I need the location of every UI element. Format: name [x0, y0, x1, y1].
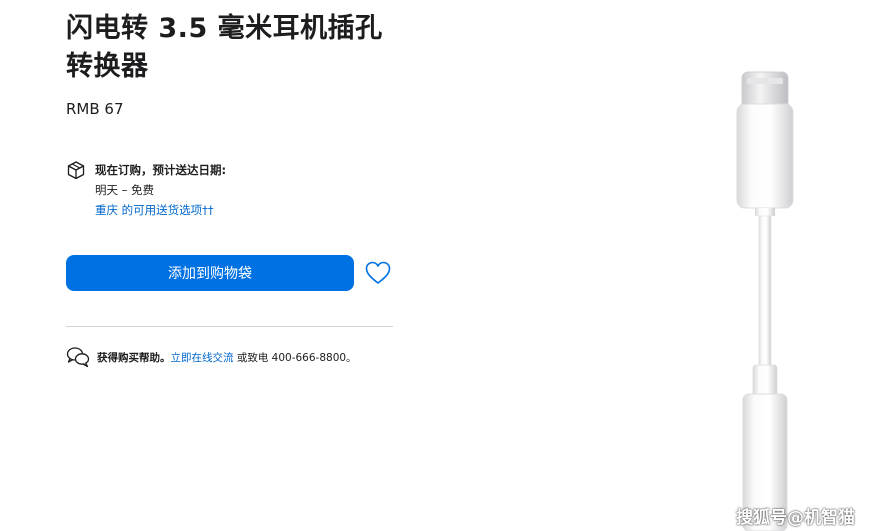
- help-label: 获得购买帮助。: [97, 352, 171, 364]
- delivery-value: 明天 – 免费: [95, 183, 155, 197]
- purchase-help: 获得购买帮助。立即在线交流 或致电 400-666-8800。: [97, 350, 357, 365]
- chat-online-link[interactable]: 立即在线交流: [171, 352, 234, 364]
- add-to-bag-button[interactable]: 添加到购物袋: [66, 255, 354, 291]
- watermark: 搜狐号@机智猫: [736, 508, 855, 528]
- divider: [66, 326, 393, 327]
- chat-bubbles-icon: [66, 347, 90, 368]
- box-icon: [67, 161, 85, 180]
- product-price: RMB 67: [66, 100, 124, 118]
- delivery-heading: 现在订购，预计送达日期:: [95, 163, 227, 177]
- product-title: 闪电转 3.5 毫米耳机插孔转换器: [66, 13, 383, 82]
- product-image: [736, 71, 794, 531]
- delivery-options-link[interactable]: 重庆 的可用送货选项††: [95, 202, 214, 218]
- heart-icon[interactable]: [364, 259, 392, 287]
- help-phone-text: 或致电 400-666-8800。: [233, 352, 357, 364]
